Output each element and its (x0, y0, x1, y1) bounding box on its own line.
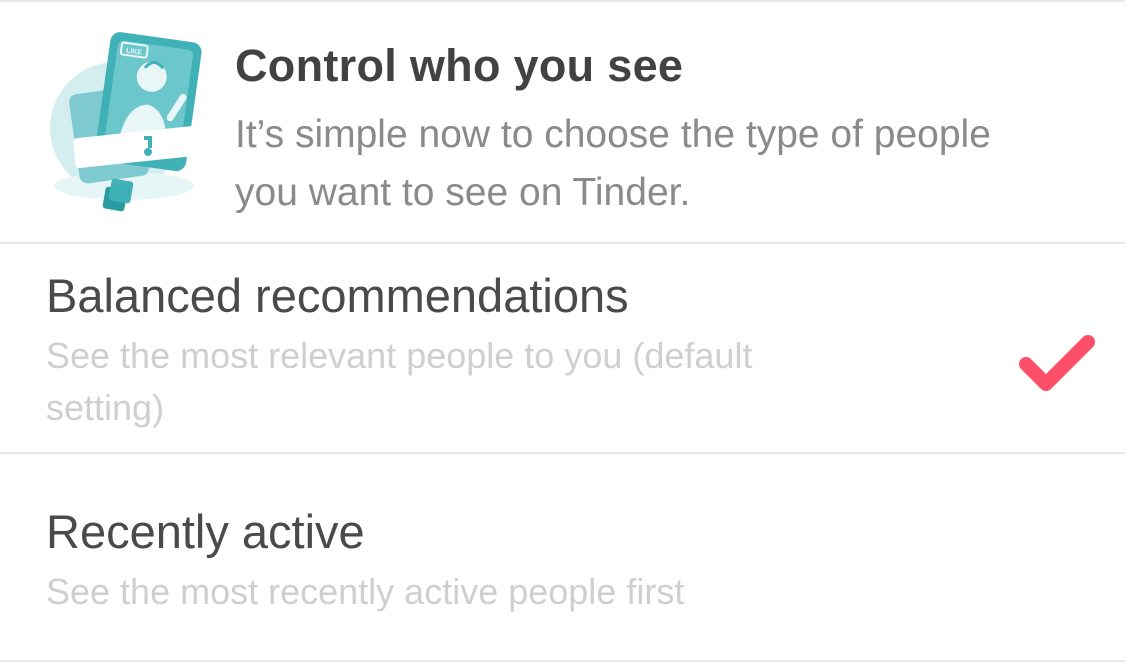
control-who-you-see-header: LIKE Control who you see It’s simple now… (0, 2, 1125, 242)
checkmark-icon (1019, 335, 1095, 391)
option-recently-active[interactable]: Recently active See the most recently ac… (0, 454, 1125, 660)
header-description: It’s simple now to choose the type of pe… (235, 113, 991, 214)
divider (0, 660, 1125, 662)
option-subtitle: See the most relevant people to you (def… (46, 335, 753, 428)
profile-card-illustration: LIKE (50, 32, 202, 212)
option-balanced-recommendations[interactable]: Balanced recommendations See the most re… (0, 244, 1125, 452)
option-title: Balanced recommendations (46, 269, 629, 322)
header-title: Control who you see (235, 40, 684, 91)
option-subtitle: See the most recently active people firs… (46, 571, 685, 612)
option-title: Recently active (46, 505, 365, 558)
